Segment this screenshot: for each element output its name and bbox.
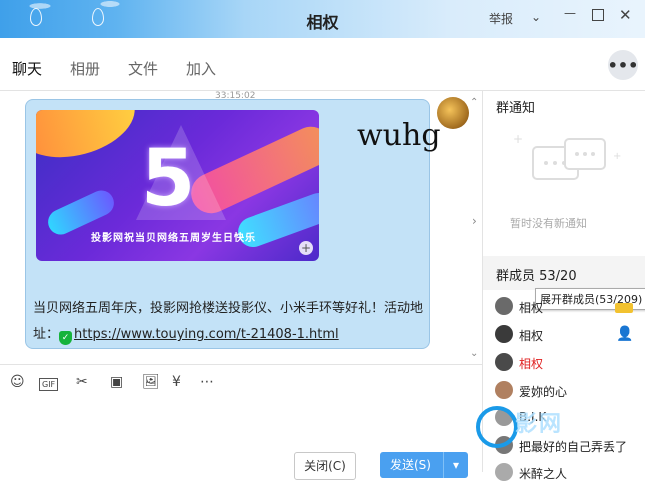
chevron-down-icon[interactable]: ⌄	[470, 348, 478, 359]
member-name: 相权	[519, 357, 544, 371]
notice-empty-text: 暂时没有新通知	[510, 217, 587, 230]
image-icon[interactable]: 🖼	[142, 374, 160, 390]
avatar	[495, 463, 513, 481]
tab-bar: 聊天 相册 文件 加入	[0, 38, 645, 91]
tab-files[interactable]: 文件	[128, 58, 158, 79]
input-toolbar: ☺ GIF ✂ ▣ 🖼 ¥ ⋯	[0, 364, 482, 401]
member-name: 米醉之人	[519, 467, 568, 481]
chevron-down-icon[interactable]: ⌄	[531, 10, 541, 24]
chevron-up-icon[interactable]: ⌃	[470, 97, 478, 108]
avatar	[495, 325, 513, 343]
svg-text:+: +	[513, 132, 523, 146]
avatar	[495, 297, 513, 315]
send-button[interactable]: 发送(S) ▾	[380, 452, 468, 478]
message-text: 当贝网络五周年庆，投影网抢楼送投影仪、小米手环等好礼！活动地址： ✓ https:/…	[33, 296, 425, 348]
gif-label: GIF	[39, 378, 59, 391]
minimize-icon[interactable]: —	[564, 6, 576, 20]
members-header[interactable]: 群成员 53/20	[483, 256, 645, 290]
close-button[interactable]: 关闭(C)	[294, 452, 356, 480]
gif-icon[interactable]: GIF	[39, 375, 59, 391]
tab-chat[interactable]: 聊天	[12, 58, 42, 79]
avatar[interactable]	[437, 97, 469, 129]
maximize-icon[interactable]	[592, 9, 604, 21]
member-name: 相权	[519, 329, 544, 343]
banner-caption: 投影网祝当贝网络五周岁生日快乐	[91, 233, 256, 244]
send-options-icon[interactable]: ▾	[443, 452, 468, 478]
red-packet-icon[interactable]: ¥	[172, 374, 181, 390]
notice-title: 群通知	[496, 101, 536, 116]
send-label: 发送(S)	[390, 458, 431, 472]
watermark-text: wuhg	[357, 118, 441, 153]
watermark-logo-icon	[476, 406, 518, 448]
timestamp-stub: 33:15:02	[215, 91, 256, 101]
close-icon[interactable]: ✕	[619, 6, 632, 24]
message-link[interactable]: https://www.touying.com/t-21408-1.html	[74, 327, 339, 342]
avatar	[495, 381, 513, 399]
report-button[interactable]: 举报	[489, 10, 513, 27]
title-bar: 相权 举报 ⌄ — ✕	[0, 0, 645, 38]
tab-album[interactable]: 相册	[70, 58, 100, 79]
empty-notice-icon: + +	[513, 132, 621, 180]
window-title: 相权	[306, 13, 339, 32]
more-icon[interactable]: ⋯	[200, 374, 214, 390]
admin-icon: 👤	[616, 326, 634, 342]
smile-icon[interactable]: ☺	[10, 374, 25, 390]
shield-icon: ✓	[59, 331, 73, 345]
more-button[interactable]: •••	[608, 50, 638, 80]
avatar	[495, 353, 513, 371]
tab-join[interactable]: 加入	[186, 58, 216, 79]
member-name: 相权	[519, 301, 544, 315]
banner-number: 5	[141, 134, 196, 224]
shake-icon[interactable]: ▣	[110, 374, 123, 390]
collapse-sidebar-icon[interactable]: ›	[472, 214, 482, 228]
member-name: 爱妳的心	[519, 385, 568, 399]
member-name: 把最好的自己弄丢了	[519, 440, 628, 454]
watermark-logo-text: 影网	[515, 412, 564, 437]
zoom-icon[interactable]: +	[299, 241, 313, 255]
scissors-icon[interactable]: ✂	[76, 374, 88, 390]
owner-badge-icon	[615, 303, 633, 313]
banner-shape	[36, 110, 144, 170]
members-count: 群成员 53/20	[496, 269, 577, 284]
message-image[interactable]: 5 投影网祝当贝网络五周岁生日快乐 +	[36, 110, 319, 261]
svg-text:+: +	[613, 151, 621, 162]
